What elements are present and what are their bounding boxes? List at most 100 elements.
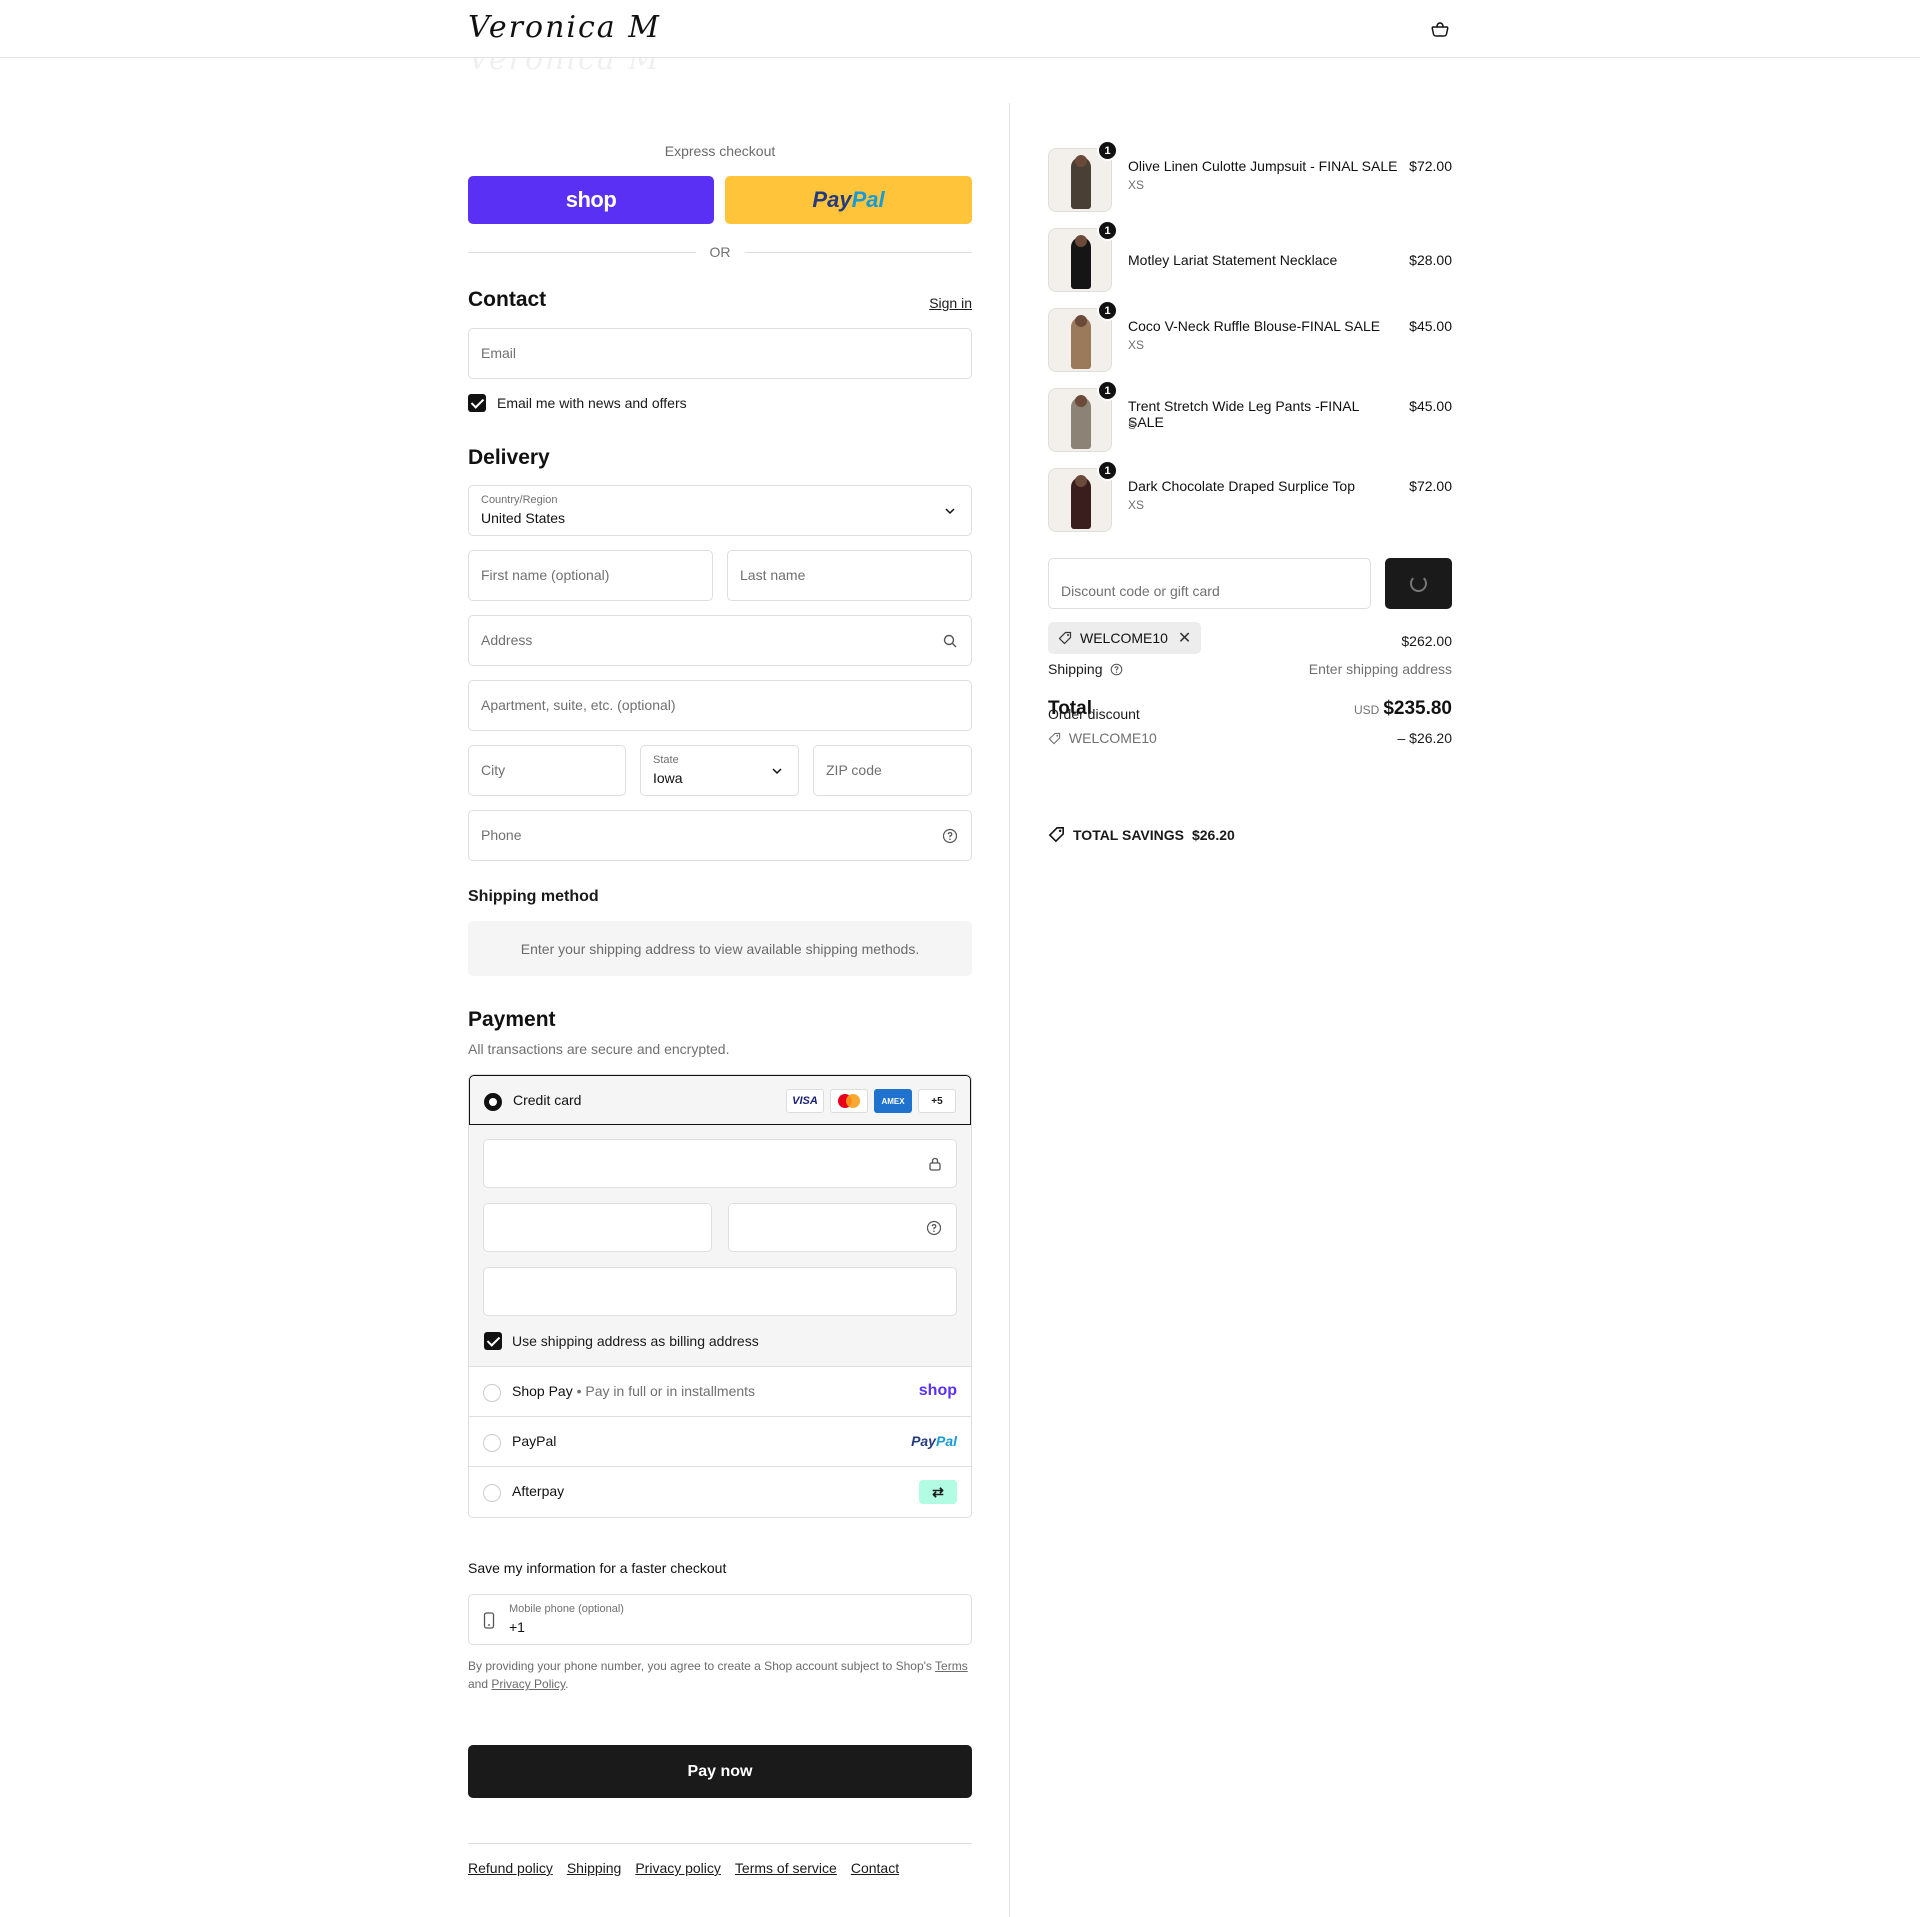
payment-option-credit-card[interactable]: Credit card VISA AMEX +5 xyxy=(469,1075,971,1125)
address-placeholder: Address xyxy=(481,632,533,648)
item-price: $45.00 xyxy=(1409,398,1452,414)
quantity-badge: 1 xyxy=(1097,380,1118,401)
item-name: Coco V-Neck Ruffle Blouse-FINAL SALE xyxy=(1128,318,1381,334)
cart-item: 1 Trent Stretch Wide Leg Pants -FINAL SA… xyxy=(1048,380,1452,452)
zip-field[interactable]: ZIP code xyxy=(813,745,972,796)
terms-link[interactable]: Terms xyxy=(935,1659,968,1673)
brand-logo[interactable]: Veronica M xyxy=(468,10,661,45)
amex-icon: AMEX xyxy=(874,1089,912,1113)
shop-pay-express-button[interactable]: shop xyxy=(468,176,714,224)
tag-icon xyxy=(1048,732,1061,745)
or-divider: OR xyxy=(468,242,972,262)
currency-label: USD xyxy=(1353,703,1380,717)
total-value: USD $235.80 xyxy=(1354,698,1452,720)
pay-now-button[interactable]: Pay now xyxy=(468,1745,972,1798)
contact-link[interactable]: Contact xyxy=(851,1860,899,1876)
name-on-card-field[interactable] xyxy=(483,1267,957,1316)
help-icon[interactable] xyxy=(926,1220,942,1236)
mastercard-icon xyxy=(830,1089,868,1113)
payment-option-paypal[interactable]: PayPal PayPal xyxy=(469,1417,971,1467)
item-price: $72.00 xyxy=(1409,158,1452,174)
footer-links: Refund policy Shipping Privacy policy Te… xyxy=(468,1860,899,1876)
city-field[interactable]: City xyxy=(468,745,626,796)
cart-item: 1 Dark Chocolate Draped Surplice Top XS … xyxy=(1048,460,1452,532)
afterpay-radio[interactable] xyxy=(483,1484,501,1502)
security-code-field[interactable] xyxy=(728,1203,957,1252)
expiry-field[interactable] xyxy=(483,1203,712,1252)
discount-placeholder: Discount code or gift card xyxy=(1061,583,1220,599)
privacy-policy-footer-link[interactable]: Privacy policy xyxy=(635,1860,721,1876)
subtotal-value: $262.00 xyxy=(1401,633,1452,649)
credit-card-radio[interactable] xyxy=(484,1093,502,1111)
address-field[interactable]: Address xyxy=(468,615,972,666)
contact-title: Contact xyxy=(468,288,547,311)
country-value: United States xyxy=(481,510,566,526)
help-icon[interactable] xyxy=(1110,663,1123,676)
help-icon[interactable] xyxy=(942,828,958,844)
shipping-link[interactable]: Shipping xyxy=(567,1860,622,1876)
item-variant: S xyxy=(1128,418,1137,432)
discount-amount: – $26.20 xyxy=(1397,730,1453,746)
column-divider xyxy=(1009,103,1010,1917)
payment-option-afterpay[interactable]: Afterpay ⇄ xyxy=(469,1467,971,1517)
item-price: $28.00 xyxy=(1409,252,1452,268)
cart-item: 1 Motley Lariat Statement Necklace $28.0… xyxy=(1048,220,1452,292)
payment-option-shop-pay[interactable]: Shop Pay • Pay in full or in installment… xyxy=(469,1367,971,1417)
newsletter-checkbox[interactable] xyxy=(468,394,486,412)
tag-icon xyxy=(1058,631,1072,645)
billing-same-checkbox[interactable] xyxy=(484,1332,502,1350)
shop-legal-text: By providing your phone number, you agre… xyxy=(468,1659,968,1691)
chevron-down-icon xyxy=(945,508,955,515)
mobile-phone-icon xyxy=(483,1612,495,1629)
remove-discount-icon[interactable]: ✕ xyxy=(1178,628,1191,648)
shop-pay-label: Shop Pay xyxy=(512,1383,573,1399)
discount-code-field[interactable]: Discount code or gift card xyxy=(1048,558,1371,609)
item-variant: XS xyxy=(1128,178,1145,192)
item-variant: XS xyxy=(1128,338,1145,352)
mobile-phone-value: +1 xyxy=(509,1619,525,1635)
country-label: Country/Region xyxy=(481,494,558,506)
quantity-badge: 1 xyxy=(1097,300,1118,321)
zip-placeholder: ZIP code xyxy=(826,762,882,778)
apply-discount-button[interactable] xyxy=(1385,558,1452,609)
discount-detail-row: WELCOME10 – $26.20 xyxy=(1048,730,1452,746)
paypal-logo-a: Pay xyxy=(812,187,852,212)
discount-code-label: WELCOME10 xyxy=(1068,730,1157,746)
mobile-phone-field[interactable]: Mobile phone (optional) +1 xyxy=(468,1594,972,1645)
paypal-radio[interactable] xyxy=(483,1434,501,1452)
last-name-field[interactable]: Last name xyxy=(727,550,972,601)
phone-field[interactable]: Phone xyxy=(468,810,972,861)
city-placeholder: City xyxy=(481,762,506,778)
terms-of-service-link[interactable]: Terms of service xyxy=(735,1860,837,1876)
afterpay-label: Afterpay xyxy=(512,1483,565,1499)
email-field[interactable]: Email xyxy=(468,328,972,379)
shop-pay-radio[interactable] xyxy=(483,1384,501,1402)
country-select[interactable]: Country/Region United States xyxy=(468,485,972,536)
last-name-placeholder: Last name xyxy=(740,567,806,583)
save-info-title: Save my information for a faster checkou… xyxy=(468,1560,727,1576)
state-select[interactable]: State Iowa xyxy=(640,745,799,796)
bag-icon[interactable] xyxy=(1430,20,1450,38)
shipping-method-title: Shipping method xyxy=(468,888,599,905)
footer-divider xyxy=(468,1843,972,1844)
visa-icon: VISA xyxy=(786,1089,824,1113)
card-number-field[interactable] xyxy=(483,1139,957,1188)
or-label: OR xyxy=(709,244,731,260)
sign-in-link[interactable]: Sign in xyxy=(929,295,972,311)
afterpay-logo: ⇄ xyxy=(919,1480,957,1504)
state-value: Iowa xyxy=(653,770,683,786)
privacy-policy-link[interactable]: Privacy Policy xyxy=(491,1677,565,1691)
item-name: Motley Lariat Statement Necklace xyxy=(1128,252,1338,268)
savings-value: $26.20 xyxy=(1191,826,1235,843)
item-price: $45.00 xyxy=(1409,318,1452,334)
shipping-value: Enter shipping address xyxy=(1308,661,1452,677)
refund-policy-link[interactable]: Refund policy xyxy=(468,1860,553,1876)
header: Veronica M xyxy=(0,0,1920,58)
chevron-down-icon xyxy=(772,768,782,775)
apartment-field[interactable]: Apartment, suite, etc. (optional) xyxy=(468,680,972,731)
quantity-badge: 1 xyxy=(1097,140,1118,161)
item-variant: XS xyxy=(1128,498,1145,512)
total-amount: $235.80 xyxy=(1383,698,1452,719)
first-name-field[interactable]: First name (optional) xyxy=(468,550,713,601)
paypal-express-button[interactable]: Pay Pal xyxy=(725,176,972,224)
